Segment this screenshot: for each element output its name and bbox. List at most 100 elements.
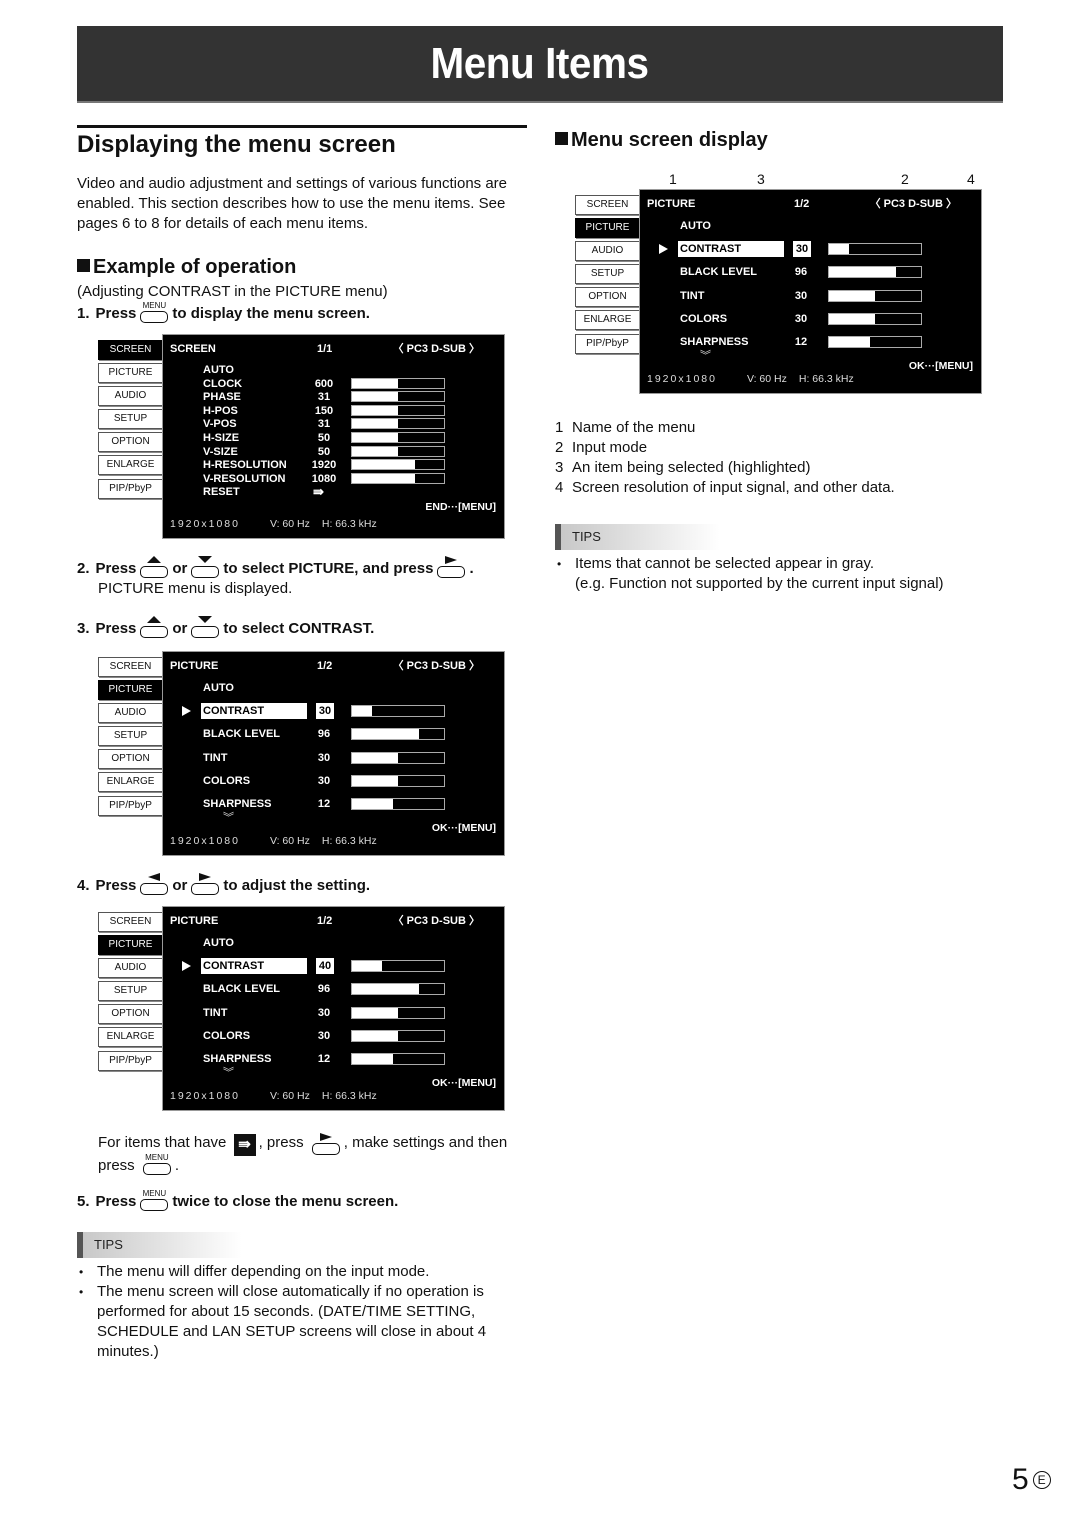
osd-tab-setup[interactable]: SETUP: [98, 726, 162, 747]
osd-item-black-level[interactable]: BLACK LEVEL 96: [678, 264, 975, 280]
osd-item-label: RESET: [203, 486, 240, 499]
osd-tab-enlarge[interactable]: ENLARGE: [98, 772, 162, 793]
osd-level-bar[interactable]: [351, 418, 445, 430]
osd-item-reset[interactable]: RESET ⇛: [201, 484, 498, 500]
osd-level-bar[interactable]: [828, 243, 922, 256]
osd-level-bar[interactable]: [351, 798, 445, 810]
osd-item-label: AUTO: [203, 682, 234, 694]
osd-level-bar[interactable]: [351, 472, 445, 484]
osd-tab-enlarge[interactable]: ENLARGE: [98, 455, 162, 476]
step-1: 1. Press MENU to display the menu screen…: [77, 301, 370, 323]
osd-level-bar[interactable]: [351, 1006, 445, 1019]
osd-item-value: 30: [794, 312, 808, 325]
osd-tab-option[interactable]: OPTION: [575, 287, 639, 308]
osd-tab-picture[interactable]: PICTURE: [98, 363, 162, 384]
osd-item-tint[interactable]: TINT 30: [201, 750, 498, 766]
osd-tab-option[interactable]: OPTION: [98, 432, 162, 453]
osd-item-contrast[interactable]: CONTRAST 40: [182, 958, 498, 975]
osd-tab-option[interactable]: OPTION: [98, 749, 162, 770]
osd-item-sharpness[interactable]: SHARPNESS 12: [201, 796, 498, 812]
osd-tab-pippbyp[interactable]: PIP/PbyP: [98, 1050, 162, 1071]
osd-tab-enlarge[interactable]: ENLARGE: [98, 1027, 162, 1048]
osd-item-contrast[interactable]: CONTRAST 30: [659, 241, 975, 258]
osd-page-indicator: 1/1: [317, 343, 333, 355]
osd-level-bar[interactable]: [351, 377, 445, 389]
osd-item-colors[interactable]: COLORS 30: [201, 773, 498, 789]
osd-level-bar[interactable]: [351, 983, 445, 996]
osd-level-bar[interactable]: [351, 432, 445, 443]
osd-level-bar[interactable]: [351, 960, 445, 973]
osd-tab-audio[interactable]: AUDIO: [98, 703, 162, 724]
tips-list: The menu will differ depending on the in…: [77, 1262, 527, 1362]
osd-item-label: SHARPNESS: [203, 798, 272, 810]
tips-list: Items that cannot be selected appear in …: [555, 554, 1005, 594]
osd-level-bar[interactable]: [351, 445, 445, 457]
osd-item-sharpness[interactable]: SHARPNESS 12: [678, 334, 975, 350]
osd-resolution: 1920x1080: [170, 835, 240, 847]
osd-level-bar[interactable]: [351, 728, 445, 741]
osd-item-colors[interactable]: COLORS 30: [678, 311, 975, 327]
osd-tab-setup[interactable]: SETUP: [98, 981, 162, 1002]
osd-item-colors[interactable]: COLORS 30: [201, 1028, 498, 1044]
osd-level-bar[interactable]: [351, 751, 445, 764]
osd-tab-picture[interactable]: PICTURE: [98, 680, 162, 701]
osd-tab-audio[interactable]: AUDIO: [98, 958, 162, 979]
osd-tab-screen[interactable]: SCREEN: [98, 340, 162, 360]
osd-item-black-level[interactable]: BLACK LEVEL 96: [201, 726, 498, 742]
osd-item-tint[interactable]: TINT 30: [201, 1005, 498, 1021]
language-badge: E: [1032, 1471, 1051, 1489]
osd-vfreq: V: 60 Hz: [269, 1090, 310, 1102]
osd-level-bar[interactable]: [351, 1029, 445, 1042]
legend-item: 2 Input mode: [555, 439, 648, 456]
osd-tab-picture[interactable]: PICTURE: [575, 218, 639, 239]
osd-tab-picture[interactable]: PICTURE: [98, 935, 162, 956]
osd-tab-audio[interactable]: AUDIO: [575, 241, 639, 262]
osd-item-black-level[interactable]: BLACK LEVEL 96: [201, 981, 498, 997]
osd-tab-setup[interactable]: SETUP: [575, 264, 639, 285]
callout-4: 4: [967, 171, 975, 187]
osd-level-bar[interactable]: [351, 391, 445, 403]
osd-tab-screen[interactable]: SCREEN: [575, 195, 639, 215]
osd-level-fill: [829, 244, 850, 255]
osd-tab-option[interactable]: OPTION: [98, 1004, 162, 1025]
reset-note: For items that have ⇛, press , make sett…: [98, 1133, 508, 1176]
osd-item-value: 30: [793, 241, 811, 258]
osd-level-fill: [352, 1030, 398, 1041]
osd-level-bar[interactable]: [351, 705, 445, 718]
osd-tab-pippbyp[interactable]: PIP/PbyP: [98, 478, 162, 499]
osd-item-tint[interactable]: TINT 30: [678, 288, 975, 304]
osd-item-sharpness[interactable]: SHARPNESS 12: [201, 1051, 498, 1067]
osd-level-bar[interactable]: [828, 336, 922, 348]
osd-level-bar[interactable]: [351, 459, 445, 471]
osd-level-bar[interactable]: [351, 774, 445, 787]
osd-level-bar[interactable]: [828, 289, 922, 302]
scroll-down-chevron-icon[interactable]: ︾: [223, 813, 234, 824]
osd-level-fill: [352, 460, 415, 470]
osd-tab-enlarge[interactable]: ENLARGE: [575, 310, 639, 331]
osd-level-fill: [352, 706, 373, 717]
osd-item-label: TINT: [203, 1006, 228, 1019]
osd-tab-setup[interactable]: SETUP: [98, 409, 162, 430]
osd-tab-screen[interactable]: SCREEN: [98, 657, 162, 677]
osd-item-auto[interactable]: AUTO: [678, 218, 975, 234]
osd-level-bar[interactable]: [351, 404, 445, 416]
osd-tab-pippbyp[interactable]: PIP/PbyP: [575, 333, 639, 354]
osd-item-label: CONTRAST: [201, 958, 307, 975]
osd-item-label: CONTRAST: [201, 703, 307, 720]
scroll-down-chevron-icon[interactable]: ︾: [223, 1068, 234, 1079]
osd-level-bar[interactable]: [828, 312, 922, 325]
square-bullet-icon: [77, 259, 90, 272]
osd-item-contrast[interactable]: CONTRAST 30: [182, 703, 498, 720]
osd-signal-info: 1920x1080 V: 60 Hz H: 66.3 kHz: [170, 835, 377, 847]
osd-tab-audio[interactable]: AUDIO: [98, 386, 162, 407]
osd-level-bar[interactable]: [828, 266, 922, 279]
scroll-down-chevron-icon[interactable]: ︾: [700, 351, 711, 362]
menu-key-icon: MENU: [142, 1153, 172, 1176]
osd-item-auto[interactable]: AUTO: [201, 935, 498, 951]
osd-level-bar[interactable]: [351, 1053, 445, 1065]
osd-tab-pippbyp[interactable]: PIP/PbyP: [98, 795, 162, 816]
osd-level-fill: [829, 313, 875, 324]
osd-item-auto[interactable]: AUTO: [201, 680, 498, 696]
osd-tab-screen[interactable]: SCREEN: [98, 912, 162, 932]
step-5: 5. Press MENU twice to close the menu sc…: [77, 1189, 399, 1211]
